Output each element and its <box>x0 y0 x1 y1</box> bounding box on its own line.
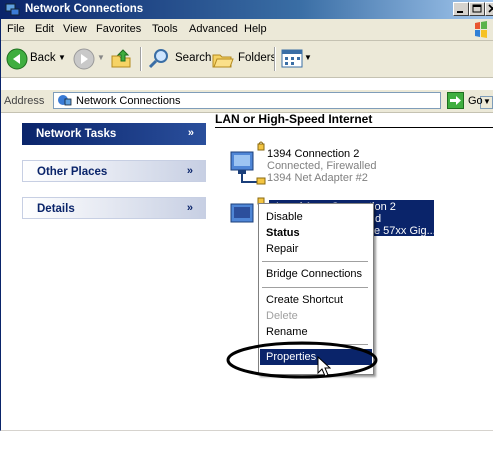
network-tasks-title: Network Tasks <box>36 128 117 140</box>
explorer-window: Network Connections File Edit View Favor… <box>0 0 493 431</box>
details-title: Details <box>37 203 75 215</box>
other-places-title: Other Places <box>37 166 108 178</box>
back-button[interactable]: Back ▼ <box>4 45 68 73</box>
menu-view[interactable]: View <box>63 23 87 35</box>
address-bar: Address Network Connections ▼ Go <box>1 89 493 113</box>
task-pane: Network Tasks » Other Places » Details » <box>1 113 217 430</box>
menu-item-bridge-connections[interactable]: Bridge Connections <box>260 266 372 282</box>
other-places-header[interactable]: Other Places » <box>22 160 206 182</box>
connection-device: 1394 Net Adapter #2 <box>267 172 368 184</box>
chevron-down-icon: ▼ <box>483 97 491 106</box>
go-arrow-icon[interactable] <box>447 92 464 109</box>
address-label: Address <box>4 95 45 107</box>
menu-separator <box>262 287 368 288</box>
forward-arrow-icon <box>73 48 95 70</box>
menu-item-label: Disable <box>266 211 303 223</box>
folders-button[interactable]: Folders <box>210 45 276 73</box>
menu-item-label: Delete <box>266 310 298 322</box>
folders-label: Folders <box>238 52 277 64</box>
menu-advanced[interactable]: Advanced <box>189 23 238 35</box>
up-folder-button[interactable] <box>109 45 135 73</box>
chevron-expand-icon[interactable]: » <box>188 127 194 139</box>
toolbar: Back ▼ ▼ Search Folders ▼ <box>1 41 493 78</box>
menu-item-label: Status <box>266 227 300 239</box>
details-header[interactable]: Details » <box>22 197 206 219</box>
search-icon <box>148 49 168 69</box>
network-connections-icon <box>58 95 72 106</box>
menu-item-disable[interactable]: Disable <box>260 209 372 225</box>
menu-separator <box>262 261 368 262</box>
views-dropdown-icon[interactable]: ▼ <box>304 53 312 62</box>
menu-help[interactable]: Help <box>244 23 267 35</box>
menu-bar: File Edit View Favorites Tools Advanced … <box>1 19 493 41</box>
menu-item-label: Bridge Connections <box>266 268 363 280</box>
forward-dropdown-icon[interactable]: ▼ <box>97 53 105 62</box>
back-label: Back <box>30 52 56 64</box>
minimize-icon <box>457 11 463 13</box>
menu-item-create-shortcut[interactable]: Create Shortcut <box>260 292 372 308</box>
menu-favorites[interactable]: Favorites <box>96 23 141 35</box>
network-connections-icon <box>5 3 20 16</box>
menu-item-label: Repair <box>266 243 299 255</box>
menu-tools[interactable]: Tools <box>152 23 178 35</box>
close-button[interactable] <box>485 2 493 16</box>
annotation-ellipse <box>226 341 378 379</box>
title-bar[interactable]: Network Connections <box>1 0 493 19</box>
connection-item[interactable]: 1394 Connection 2 Connected, Firewalled … <box>267 148 376 184</box>
network-connection-icon[interactable] <box>227 140 269 186</box>
toolbar-separator <box>140 47 142 71</box>
views-button[interactable]: ▼ <box>280 45 314 73</box>
menu-edit[interactable]: Edit <box>35 23 54 35</box>
menu-item-repair[interactable]: Repair <box>260 241 372 257</box>
menu-item-rename[interactable]: Rename <box>260 324 372 340</box>
toolbar-separator <box>274 47 276 71</box>
connection-status: Connected, Firewalled <box>267 160 377 172</box>
go-label[interactable]: Go <box>468 95 483 107</box>
search-label: Search <box>175 52 212 64</box>
network-tasks-header[interactable]: Network Tasks » <box>22 123 206 145</box>
minimize-button[interactable] <box>453 2 469 16</box>
menu-file[interactable]: File <box>7 23 25 35</box>
group-divider <box>215 127 493 128</box>
address-value: Network Connections <box>76 95 181 107</box>
chevron-expand-icon[interactable]: » <box>187 202 193 214</box>
menu-item-delete: Delete <box>260 308 372 324</box>
menu-item-label: Rename <box>266 326 308 338</box>
menu-item-status[interactable]: Status <box>260 225 372 241</box>
close-icon <box>488 4 493 13</box>
up-folder-icon <box>111 49 131 68</box>
group-header: LAN or High-Speed Internet <box>215 112 373 126</box>
windows-logo-icon <box>475 21 487 38</box>
mouse-cursor-icon <box>317 356 331 377</box>
maximize-button[interactable] <box>469 2 485 16</box>
maximize-icon <box>472 4 482 13</box>
menu-item-label: Create Shortcut <box>266 294 344 306</box>
search-button[interactable]: Search <box>146 45 212 73</box>
folders-icon <box>212 54 234 68</box>
back-dropdown-icon[interactable]: ▼ <box>58 53 66 62</box>
back-arrow-icon <box>6 48 28 70</box>
views-icon <box>281 49 303 68</box>
forward-button[interactable]: ▼ <box>71 45 107 73</box>
window-title: Network Connections <box>25 3 144 15</box>
chevron-expand-icon[interactable]: » <box>187 165 193 177</box>
connection-name: 1394 Connection 2 <box>267 148 360 160</box>
address-input[interactable]: Network Connections ▼ <box>53 92 493 109</box>
